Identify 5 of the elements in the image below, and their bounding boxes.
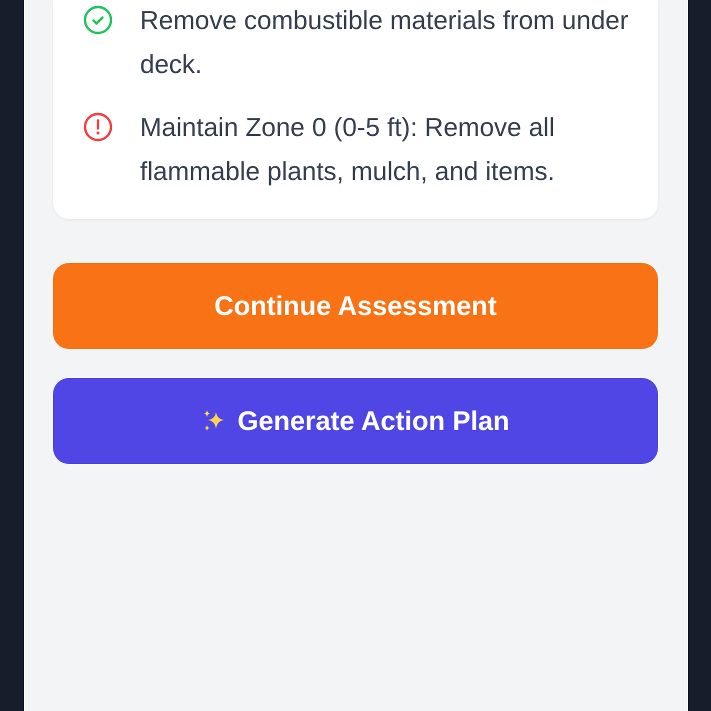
alert-circle-icon [83, 112, 113, 142]
checklist-text: Maintain Zone 0 (0-5 ft): Remove all flammable plants, mulch, and items. [140, 111, 556, 188]
check-circle-icon [83, 5, 113, 35]
checklist-text: Remove combustible materials from under deck. [140, 4, 630, 81]
generate-plan-button[interactable]: Generate Action Plan [53, 378, 658, 464]
